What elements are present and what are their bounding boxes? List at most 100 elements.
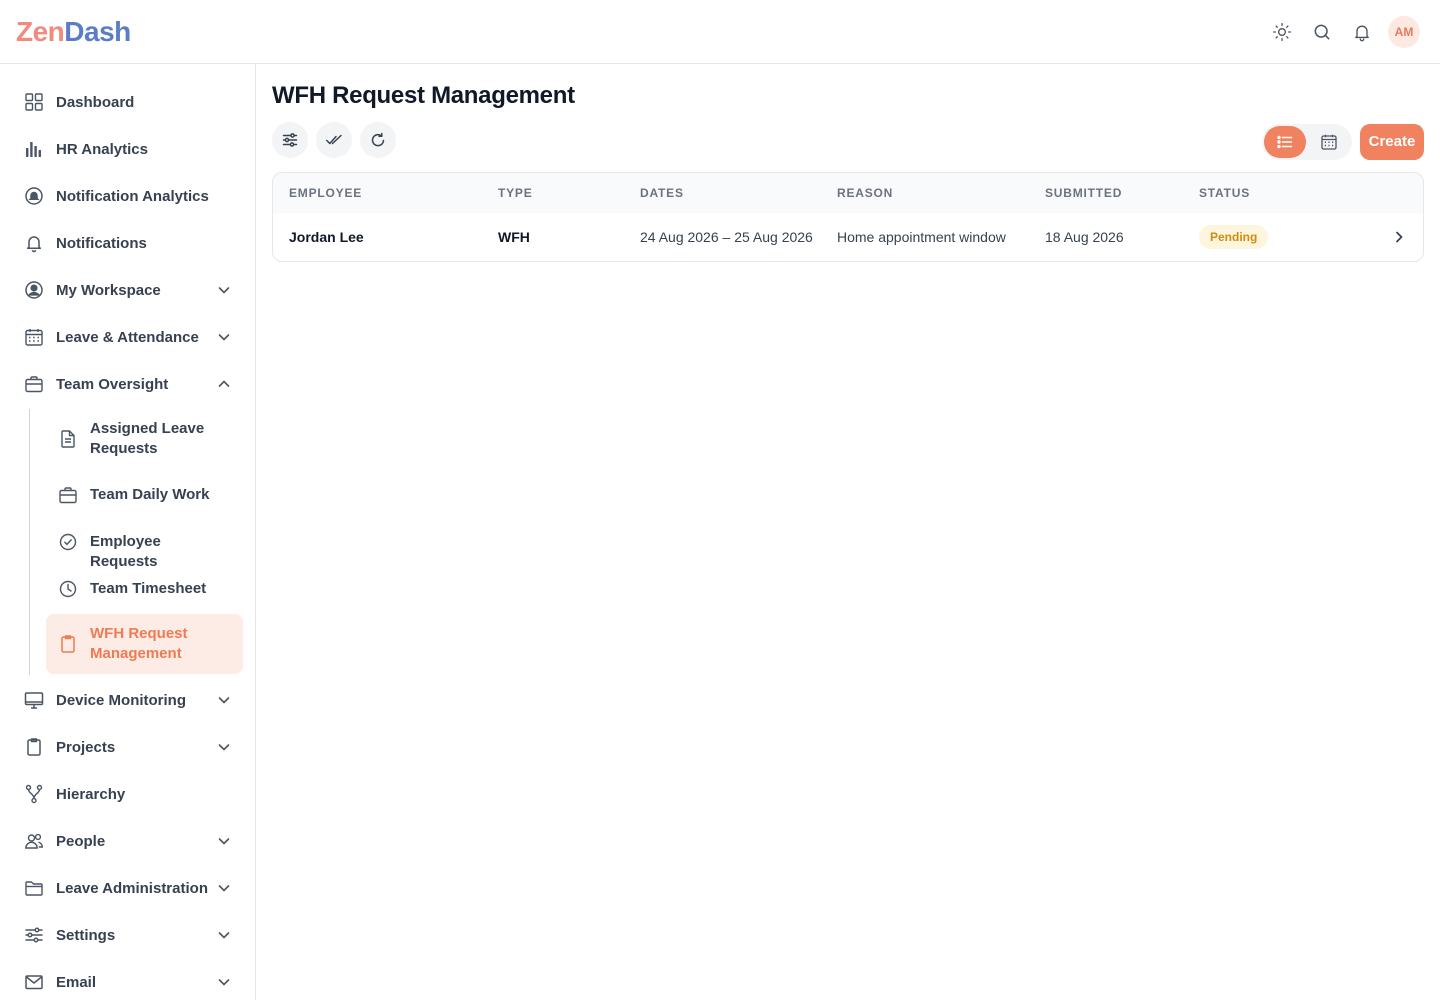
column-header-reason[interactable]: REASON [837,186,893,200]
user-avatar[interactable]: AM [1388,16,1420,48]
hierarchy-icon [24,784,44,804]
sidebar-subitem-label: Team Timesheet [90,580,207,597]
chevron-down-icon[interactable] [216,739,232,755]
chevron-up-icon[interactable] [216,376,232,392]
sidebar-item-label: People [56,832,106,850]
create-button[interactable]: Create [1360,124,1424,160]
folder-icon [24,878,44,898]
page-title: WFH Request Management [272,82,575,109]
user-circle-icon [24,280,44,300]
sidebar-item-label: Leave Administration [56,879,208,897]
refresh-icon [371,132,385,147]
sidebar-item-people[interactable]: People [12,821,244,861]
sidebar-item-my-workspace[interactable]: My Workspace [12,270,244,310]
clipboard-icon [58,634,78,654]
search-icon[interactable] [1310,20,1334,44]
sidebar-item-leave-administration[interactable]: Leave Administration [12,868,244,908]
sidebar-item-label: Dashboard [56,93,135,111]
sidebar-subitem-wfh-request-management[interactable]: WFH Request Management [46,614,243,674]
list-view-button[interactable] [1264,126,1306,158]
table-row[interactable]: Jordan Lee WFH 24 Aug 2026 – 25 Aug 2026… [273,213,1423,261]
app-logo[interactable]: ZenDash [16,16,131,48]
submenu-guide-line [29,409,30,675]
sidebar-item-label: Hierarchy [56,785,126,803]
filter-sliders-icon [282,133,298,147]
sidebar-item-notification-analytics[interactable]: Notification Analytics [12,176,244,216]
sidebar-item-hierarchy[interactable]: Hierarchy [12,774,244,814]
sidebar-item-label: HR Analytics [56,140,148,158]
sidebar-item-notifications[interactable]: Notifications [12,223,244,263]
sidebar-item-label: Notifications [56,234,147,252]
sidebar-subitem-team-timesheet[interactable]: Team Timesheet [46,569,243,609]
cell-employee: Jordan Lee [289,229,364,245]
column-header-employee[interactable]: EMPLOYEE [289,186,362,200]
mail-icon [24,972,44,992]
chevron-down-icon[interactable] [216,282,232,298]
sun-icon[interactable] [1270,20,1294,44]
sidebar-item-label: Settings [56,926,116,944]
status-badge: Pending [1199,225,1269,249]
notification-analytics-icon [24,186,44,206]
chevron-down-icon[interactable] [216,927,232,943]
column-header-dates[interactable]: DATES [640,186,684,200]
sidebar-item-label: My Workspace [56,281,161,299]
requests-table: EMPLOYEE TYPE DATES REASON SUBMITTED STA… [272,172,1424,262]
calendar-icon [24,327,44,347]
sidebar-subitem-team-daily-work[interactable]: Team Daily Work [46,475,243,515]
chevron-down-icon[interactable] [216,692,232,708]
sidebar-item-label: Leave & Attendance [56,328,199,346]
chevron-down-icon[interactable] [216,329,232,345]
cell-reason: Home appointment window [837,229,1006,245]
grid-icon [24,92,44,112]
refresh-button[interactable] [360,122,396,158]
document-icon [58,429,78,449]
cell-dates: 24 Aug 2026 – 25 Aug 2026 [640,229,813,245]
sidebar: Dashboard HR Analytics Notification Anal… [0,64,256,1000]
approve-all-button[interactable] [316,122,352,158]
sidebar-item-projects[interactable]: Projects [12,727,244,767]
logo-text-zen: Zen [16,16,65,47]
column-header-type[interactable]: TYPE [498,186,533,200]
sidebar-item-label: Team Oversight [56,375,169,393]
clock-icon [58,579,78,599]
column-header-submitted[interactable]: SUBMITTED [1045,186,1122,200]
sidebar-item-hr-analytics[interactable]: HR Analytics [12,129,244,169]
briefcase-icon [58,485,78,505]
chevron-right-icon[interactable] [1391,229,1407,245]
sidebar-item-leave-attendance[interactable]: Leave & Attendance [12,317,244,357]
chevron-down-icon[interactable] [216,833,232,849]
check-circle-icon [58,532,78,552]
calendar-view-button[interactable] [1308,126,1350,158]
bell-icon [24,233,44,253]
clipboard-icon [24,737,44,757]
users-icon [24,831,44,851]
list-icon [1277,135,1293,149]
sliders-icon [24,925,44,945]
sidebar-item-settings[interactable]: Settings [12,915,244,955]
calendar-icon [1321,134,1337,150]
top-header: ZenDash AM [0,0,1440,64]
sidebar-item-dashboard[interactable]: Dashboard [12,82,244,122]
bell-icon[interactable] [1350,20,1374,44]
sidebar-subitem-employee-requests[interactable]: Employee Requests [46,522,243,570]
sidebar-item-team-oversight[interactable]: Team Oversight [12,364,244,404]
filter-button[interactable] [272,122,308,158]
column-header-status[interactable]: STATUS [1199,186,1250,200]
sidebar-subitem-label: Team Daily Work [90,486,210,503]
sidebar-item-device-monitoring[interactable]: Device Monitoring [12,680,244,720]
sidebar-item-label: Device Monitoring [56,691,187,709]
chevron-down-icon[interactable] [216,974,232,990]
table-header: EMPLOYEE TYPE DATES REASON SUBMITTED STA… [273,173,1423,213]
sidebar-subitem-label: WFH Request Management [90,625,188,662]
bar-chart-icon [24,139,44,159]
sidebar-item-email[interactable]: Email [12,962,244,1000]
sidebar-item-label: Projects [56,738,116,756]
sidebar-subitem-label: Employee Requests [90,533,161,570]
briefcase-icon [24,374,44,394]
sidebar-subitem-assigned-leave-requests[interactable]: Assigned Leave Requests [46,414,243,464]
double-check-icon [326,134,342,145]
sidebar-item-label: Email [56,973,97,991]
sidebar-subitem-label: Assigned Leave Requests [90,420,205,457]
view-toggle [1262,124,1352,160]
chevron-down-icon[interactable] [216,880,232,896]
